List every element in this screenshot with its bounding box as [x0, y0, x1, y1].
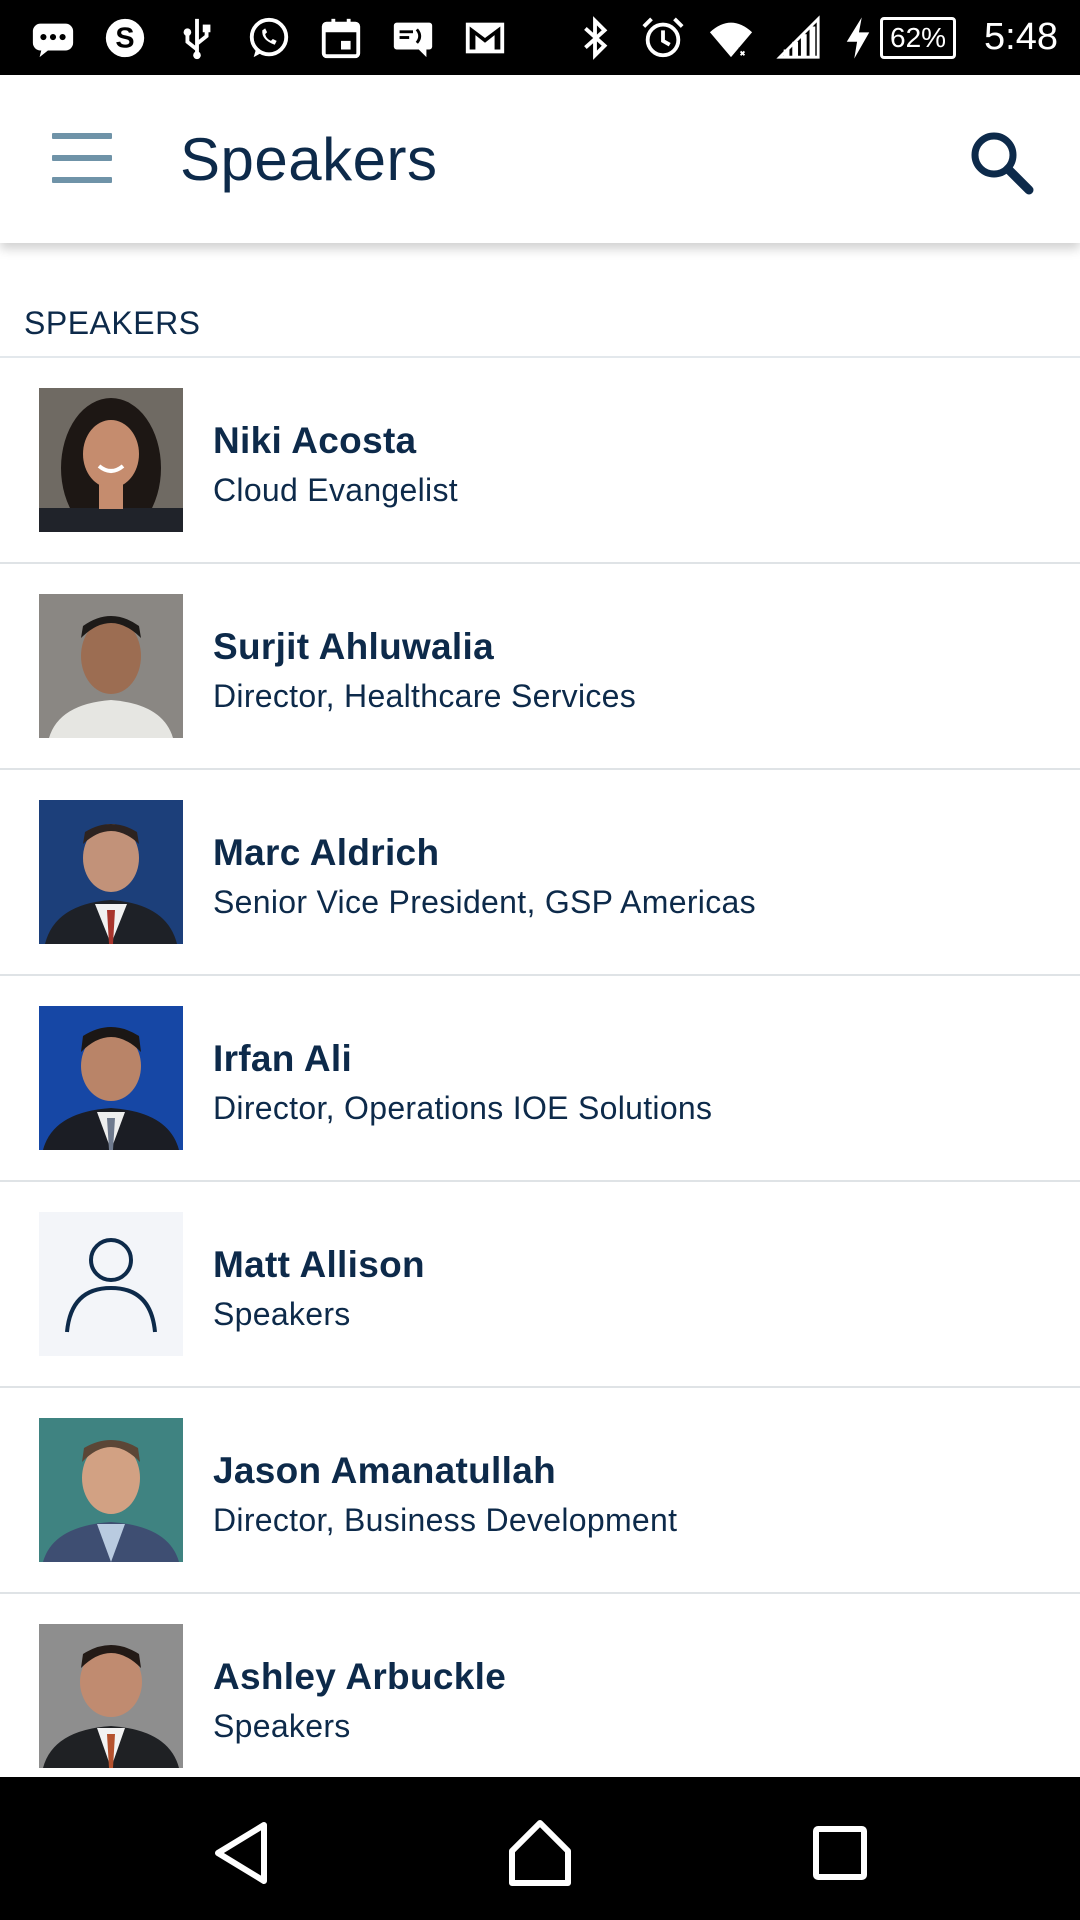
- speaker-title: Speakers: [213, 1296, 351, 1332]
- whatsapp-icon: [244, 13, 294, 63]
- notification-icons: S: [28, 13, 510, 63]
- charging-icon: [842, 13, 874, 63]
- speaker-name: Marc Aldrich: [213, 832, 440, 873]
- speaker-name: Surjit Ahluwalia: [213, 626, 494, 667]
- speaker-title: Director, Operations IOE Solutions: [213, 1090, 713, 1126]
- menu-line: [52, 155, 112, 161]
- search-icon[interactable]: [966, 127, 1036, 197]
- calendar-icon: [316, 13, 366, 63]
- home-icon[interactable]: [500, 1813, 580, 1893]
- recents-square-icon[interactable]: [800, 1813, 880, 1893]
- system-icons: 62% 5:48: [570, 13, 1058, 63]
- page-title: Speakers: [180, 126, 438, 193]
- app-bar: Speakers: [0, 75, 1080, 243]
- skype-icon: S: [100, 13, 150, 63]
- speaker-title: Speakers: [213, 1708, 351, 1744]
- speaker-photo: [39, 1624, 183, 1768]
- signal-icon: [774, 13, 824, 63]
- menu-line: [52, 133, 112, 139]
- speaker-title: Director, Healthcare Services: [213, 678, 637, 714]
- gmail-icon: [460, 13, 510, 63]
- wifi-icon: [706, 13, 756, 63]
- speaker-photo: [39, 1006, 183, 1150]
- hamburger-menu-icon[interactable]: [52, 133, 112, 183]
- battery-level: 62%: [880, 16, 957, 59]
- speaker-row[interactable]: Ashley Arbuckle Speakers: [0, 1594, 1080, 1777]
- speaker-name: Irfan Ali: [213, 1038, 353, 1079]
- status-bar: S 62% 5:48: [0, 0, 1080, 75]
- speaker-row[interactable]: Marc Aldrich Senior Vice President, GSP …: [0, 770, 1080, 976]
- speaker-title: Cloud Evangelist: [213, 472, 458, 508]
- speaker-name: Ashley Arbuckle: [213, 1656, 507, 1697]
- speaker-row[interactable]: Niki Acosta Cloud Evangelist: [0, 358, 1080, 564]
- placeholder-avatar-icon: [39, 1212, 183, 1356]
- speaker-name: Niki Acosta: [213, 420, 417, 461]
- speaker-photo: [39, 388, 183, 532]
- back-triangle-icon[interactable]: [202, 1813, 282, 1893]
- clock: 5:48: [984, 16, 1058, 58]
- speaker-row[interactable]: Surjit Ahluwalia Director, Healthcare Se…: [0, 564, 1080, 770]
- speaker-photo: [39, 800, 183, 944]
- navigation-bar: [0, 1777, 1080, 1920]
- battery-indicator: 62%: [842, 13, 957, 63]
- sms-icon: [388, 13, 438, 63]
- speaker-row[interactable]: Jason Amanatullah Director, Business Dev…: [0, 1388, 1080, 1594]
- menu-line: [52, 177, 112, 183]
- svg-text:S: S: [115, 22, 134, 54]
- bluetooth-icon: [570, 13, 620, 63]
- usb-icon: [172, 13, 222, 63]
- speaker-name: Matt Allison: [213, 1244, 425, 1285]
- speaker-title: Director, Business Development: [213, 1502, 678, 1538]
- speaker-title: Senior Vice President, GSP Americas: [213, 884, 756, 920]
- messages-icon: [28, 13, 78, 63]
- speaker-photo: [39, 1418, 183, 1562]
- alarm-icon: [638, 13, 688, 63]
- speaker-photo: [39, 594, 183, 738]
- speaker-name: Jason Amanatullah: [213, 1450, 556, 1491]
- speaker-row[interactable]: Matt Allison Speakers: [0, 1182, 1080, 1388]
- speakers-list[interactable]: SPEAKERS Niki Acosta Cloud Evangelist Su…: [0, 243, 1080, 1777]
- speaker-row[interactable]: Irfan Ali Director, Operations IOE Solut…: [0, 976, 1080, 1182]
- section-header: SPEAKERS: [0, 243, 1080, 358]
